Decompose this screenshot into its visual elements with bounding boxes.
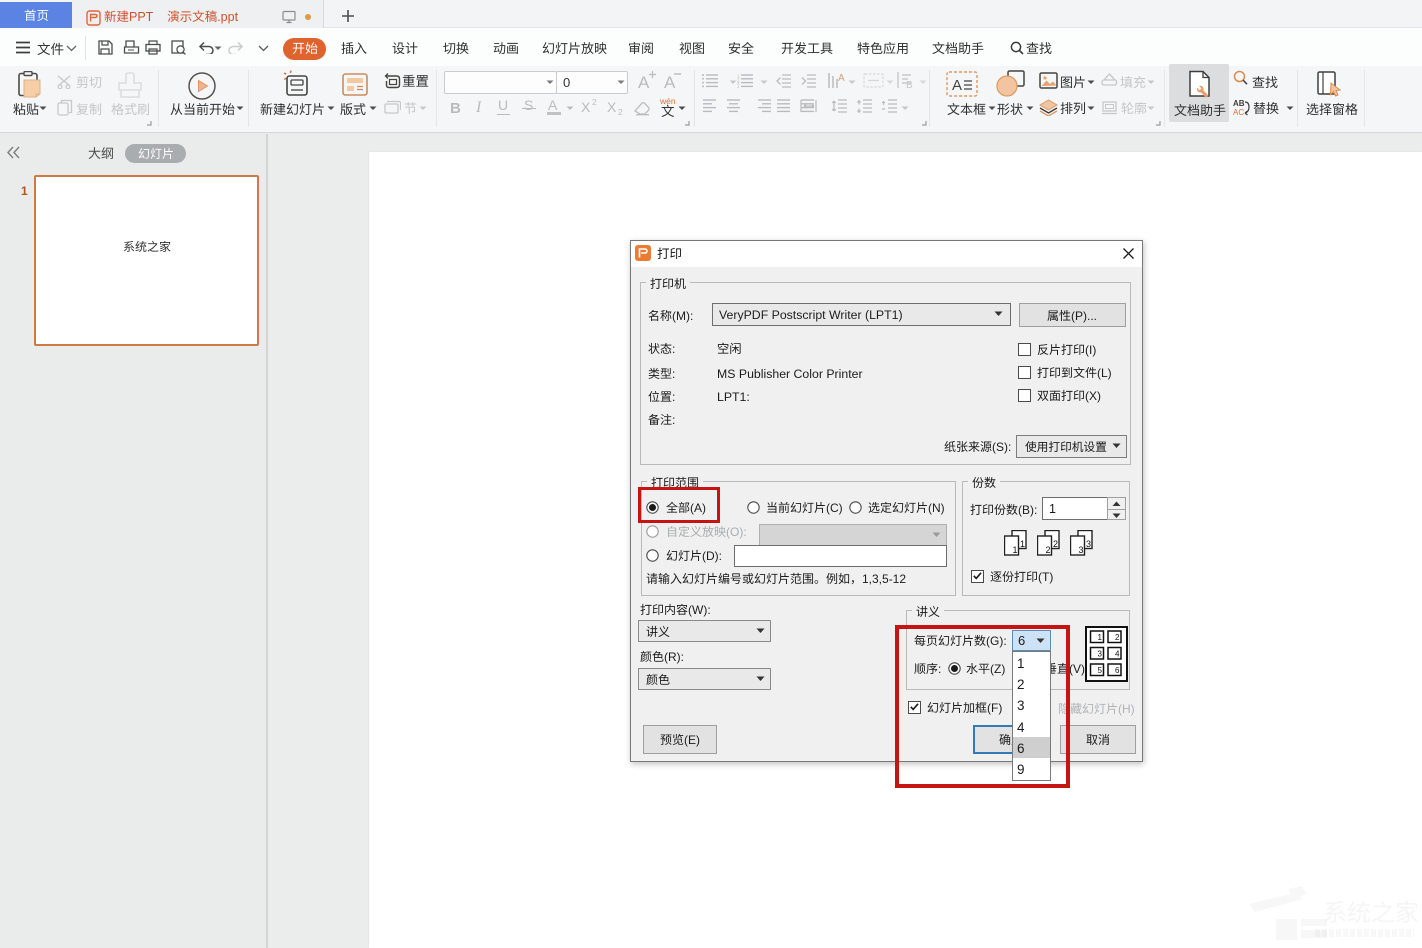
svg-text:6: 6 — [1115, 666, 1120, 675]
svg-text::: : — [672, 413, 675, 427]
svg-text:PPT: PPT — [129, 10, 154, 24]
svg-text:1: 1 — [1098, 633, 1103, 642]
svg-text:(P)...: (P)... — [1071, 309, 1097, 323]
svg-text:A: A — [838, 73, 845, 84]
svg-text:B: B — [906, 80, 913, 89]
svg-text::: : — [672, 390, 675, 404]
svg-text:2: 2 — [1115, 633, 1120, 642]
svg-text:1,3,5-12: 1,3,5-12 — [862, 572, 906, 586]
svg-text:1: 1 — [1013, 545, 1018, 555]
svg-text:(L): (L) — [1097, 366, 1112, 380]
svg-text:(O):: (O): — [726, 525, 747, 539]
svg-text:3: 3 — [1079, 545, 1084, 555]
svg-text:(T): (T) — [1038, 570, 1053, 584]
svg-text:(H): (H) — [1118, 702, 1135, 716]
svg-text:AB: AB — [1233, 99, 1245, 108]
svg-text:0: 0 — [563, 75, 570, 90]
svg-text:(X): (X) — [1085, 389, 1101, 403]
svg-text:(M):: (M): — [672, 309, 693, 323]
svg-text:X: X — [581, 99, 591, 115]
svg-text:2: 2 — [592, 97, 597, 107]
svg-text:X: X — [607, 99, 617, 115]
svg-text:3: 3 — [1098, 650, 1103, 659]
svg-text:1: 1 — [1020, 539, 1025, 549]
svg-text::: : — [672, 367, 675, 381]
svg-text:(N): (N) — [928, 501, 945, 515]
svg-text:5: 5 — [1098, 666, 1103, 675]
svg-text:4: 4 — [1115, 650, 1120, 659]
svg-text:2: 2 — [1053, 539, 1058, 549]
svg-text:(C): (C) — [826, 501, 843, 515]
svg-text:(B):: (B): — [1018, 503, 1037, 517]
svg-text:(V): (V) — [1069, 662, 1085, 676]
svg-text:S: S — [524, 97, 533, 113]
svg-text:(S):: (S): — [992, 440, 1011, 454]
svg-text:(R):: (R): — [664, 650, 684, 664]
svg-text:AC: AC — [1233, 108, 1244, 116]
svg-text::: : — [672, 342, 675, 356]
svg-text:1: 1 — [21, 184, 28, 198]
svg-text:A: A — [664, 73, 676, 92]
svg-text:U: U — [498, 97, 508, 113]
svg-text:LPT1:: LPT1: — [717, 390, 750, 404]
svg-text:2: 2 — [1046, 545, 1051, 555]
svg-text:A: A — [952, 77, 962, 94]
svg-text:(W):: (W): — [688, 603, 711, 617]
svg-text:MS Publisher Color Printer: MS Publisher Color Printer — [717, 367, 863, 381]
svg-text:4: 4 — [737, 85, 740, 88]
svg-text:.ppt: .ppt — [217, 10, 238, 24]
svg-text:3: 3 — [1086, 539, 1091, 549]
svg-text:VeryPDF Postscript Writer (LPT: VeryPDF Postscript Writer (LPT1) — [719, 308, 903, 322]
svg-text:(E): (E) — [684, 733, 700, 747]
svg-text:(I): (I) — [1085, 343, 1096, 357]
svg-text:2: 2 — [618, 107, 623, 117]
svg-text:1: 1 — [1049, 502, 1056, 516]
svg-text:(D):: (D): — [702, 549, 722, 563]
svg-text:B: B — [450, 100, 461, 117]
